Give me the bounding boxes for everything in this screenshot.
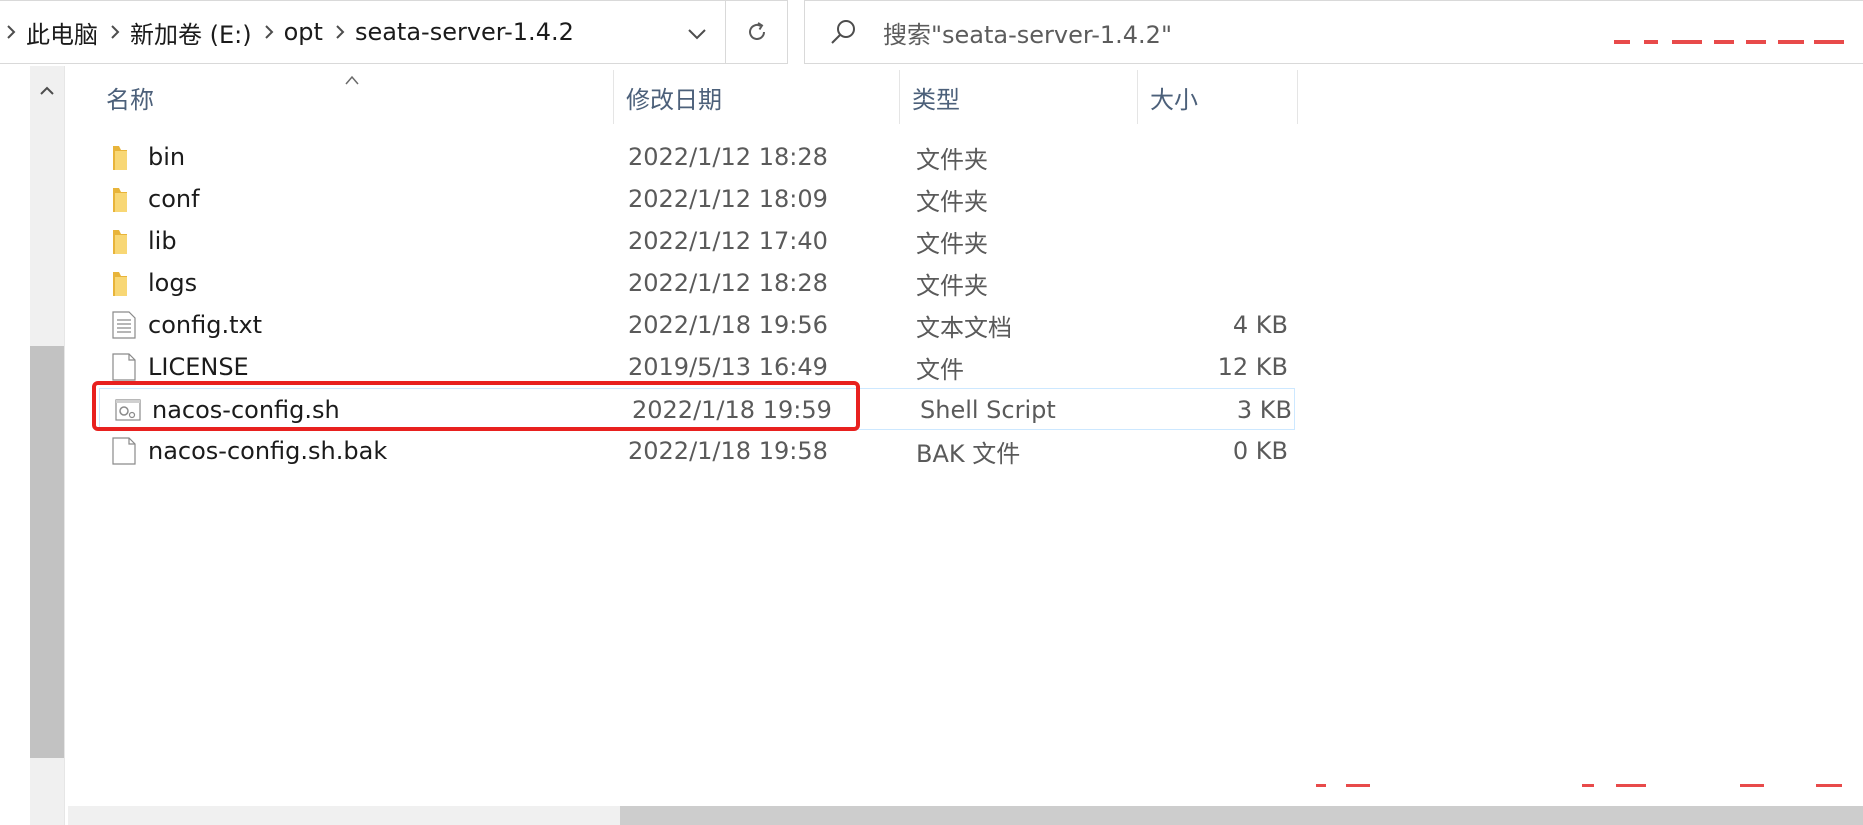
- breadcrumb-item-current-folder[interactable]: seata-server-1.4.2: [351, 18, 580, 46]
- chevron-right-icon[interactable]: [104, 25, 126, 39]
- column-header-name-label: 名称: [106, 85, 154, 114]
- navigation-pane-scrollbar[interactable]: [30, 66, 64, 825]
- scroll-up-icon[interactable]: [30, 76, 64, 106]
- file-type: BAK 文件: [916, 439, 1021, 468]
- breadcrumb-item-this-pc[interactable]: 此电脑: [22, 15, 104, 50]
- file-size: 3 KB: [1236, 396, 1292, 424]
- sort-ascending-icon: [344, 70, 364, 85]
- watermark-mark: [1616, 784, 1646, 787]
- file-type: 文件: [916, 355, 964, 384]
- file-row[interactable]: config.txt 2022/1/18 19:56 文本文档 4 KB: [96, 304, 1296, 346]
- watermark-mark: [1672, 40, 1702, 44]
- file-size: [1106, 136, 1288, 178]
- file-type: 文件夹: [916, 187, 988, 216]
- chevron-right-icon[interactable]: [258, 25, 280, 39]
- column-header-type-label: 类型: [912, 85, 960, 114]
- file-type: 文本文档: [916, 313, 1012, 342]
- blank-file-icon: [110, 352, 138, 382]
- folder-icon: [110, 142, 138, 172]
- file-date: 2022/1/18 19:58: [628, 437, 828, 465]
- folder-icon: [110, 226, 138, 256]
- file-date: 2022/1/12 17:40: [628, 227, 828, 255]
- file-type: 文件夹: [916, 271, 988, 300]
- file-size: [1106, 262, 1288, 304]
- file-row[interactable]: logs 2022/1/12 18:28 文件夹: [96, 262, 1296, 304]
- file-name: bin: [148, 143, 186, 171]
- column-header-size[interactable]: 大小: [1138, 70, 1298, 124]
- folder-icon: [110, 268, 138, 298]
- breadcrumb-item-opt[interactable]: opt: [280, 18, 329, 46]
- refresh-icon: [748, 22, 765, 40]
- file-type: Shell Script: [920, 396, 1056, 424]
- column-header-date-label: 修改日期: [626, 85, 722, 114]
- watermark-mark: [1746, 40, 1766, 44]
- search-placeholder: 搜索"seata-server-1.4.2": [883, 20, 1172, 49]
- watermark-mark: [1644, 40, 1658, 44]
- file-size: 4 KB: [1232, 311, 1288, 339]
- file-size: [1106, 220, 1288, 262]
- watermark-mark: [1740, 784, 1764, 787]
- chevron-down-icon[interactable]: [680, 19, 714, 49]
- file-name: logs: [148, 269, 198, 297]
- file-date: 2022/1/12 18:28: [628, 143, 828, 171]
- chevron-right-icon[interactable]: [0, 25, 22, 39]
- watermark-mark: [1582, 784, 1594, 787]
- folder-icon: [110, 184, 138, 214]
- annotation-highlight-box: [92, 381, 860, 431]
- text-file-icon: [110, 310, 138, 340]
- pane-divider[interactable]: [64, 66, 69, 825]
- file-name: nacos-config.sh.bak: [148, 437, 388, 465]
- watermark-mark: [1816, 784, 1842, 787]
- horizontal-scrollbar[interactable]: [68, 806, 1863, 825]
- column-header-type[interactable]: 类型: [900, 70, 1138, 124]
- search-input[interactable]: 搜索"seata-server-1.4.2": [804, 0, 1863, 64]
- file-row[interactable]: nacos-config.sh.bak 2022/1/18 19:58 BAK …: [96, 430, 1296, 472]
- column-header-size-label: 大小: [1150, 85, 1198, 114]
- watermark-mark: [1346, 784, 1370, 787]
- file-row[interactable]: conf 2022/1/12 18:09 文件夹: [96, 178, 1296, 220]
- column-header-date[interactable]: 修改日期: [614, 70, 900, 124]
- file-name: lib: [148, 227, 177, 255]
- watermark-mark: [1814, 40, 1844, 44]
- column-header-name[interactable]: 名称: [70, 70, 614, 124]
- blank-file-icon: [110, 436, 138, 466]
- file-date: 2022/1/12 18:09: [628, 185, 828, 213]
- file-type: 文件夹: [916, 229, 988, 258]
- watermark-mark: [1778, 40, 1804, 44]
- breadcrumb-item-drive[interactable]: 新加卷 (E:): [126, 15, 258, 50]
- file-size: 0 KB: [1232, 437, 1288, 465]
- file-date: 2022/1/18 19:56: [628, 311, 828, 339]
- address-bar-row: 此电脑 新加卷 (E:) opt seata-server-1.4.2 搜索"s…: [0, 0, 1863, 66]
- watermark-mark: [1316, 784, 1326, 787]
- file-size: [1106, 178, 1288, 220]
- navigation-pane: [0, 66, 30, 825]
- file-name: config.txt: [148, 311, 263, 339]
- scrollbar-thumb[interactable]: [620, 806, 1863, 825]
- breadcrumb[interactable]: 此电脑 新加卷 (E:) opt seata-server-1.4.2: [0, 0, 726, 64]
- file-type: 文件夹: [916, 145, 988, 174]
- column-header-row: 名称 修改日期 类型 大小: [70, 70, 1310, 124]
- file-date: 2022/1/12 18:28: [628, 269, 828, 297]
- file-explorer-window: 此电脑 新加卷 (E:) opt seata-server-1.4.2 搜索"s…: [0, 0, 1863, 825]
- watermark-mark: [1614, 40, 1630, 44]
- file-size: 12 KB: [1217, 353, 1288, 381]
- file-row[interactable]: lib 2022/1/12 17:40 文件夹: [96, 220, 1296, 262]
- file-name: conf: [148, 185, 200, 213]
- file-row[interactable]: bin 2022/1/12 18:28 文件夹: [96, 136, 1296, 178]
- refresh-button[interactable]: [726, 0, 788, 64]
- chevron-right-icon[interactable]: [329, 25, 351, 39]
- search-icon: [829, 15, 863, 49]
- watermark-mark: [1714, 40, 1734, 44]
- scrollbar-thumb[interactable]: [30, 346, 64, 758]
